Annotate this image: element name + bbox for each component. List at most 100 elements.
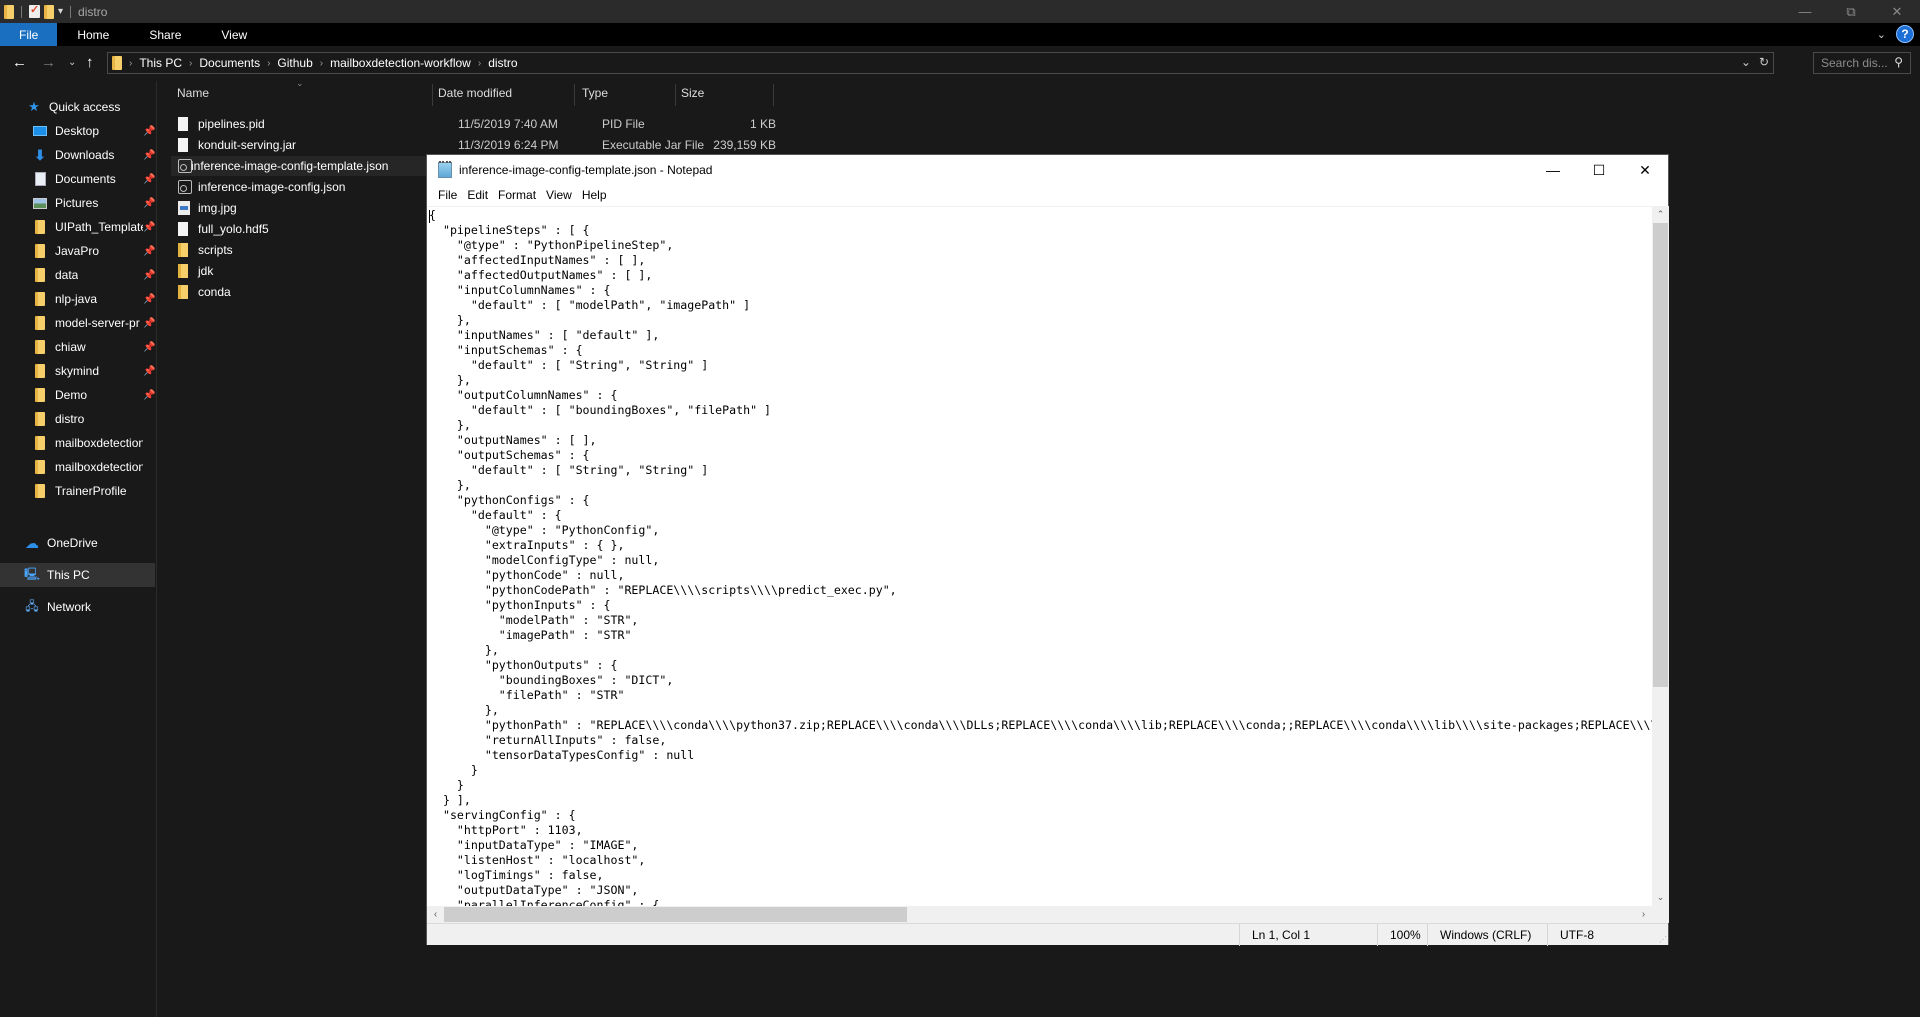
text-editor[interactable]: { "pipelineSteps" : [ { "@type" : "Pytho… [427,206,1652,906]
notepad-minimize-button[interactable]: — [1530,155,1576,185]
sidebar-item-uipath-template[interactable]: UIPath_Template 📌 [0,215,155,239]
menu-view[interactable]: View [541,188,577,202]
sidebar-item-model-server-pr[interactable]: model-server-pr 📌 [0,311,155,335]
column-divider[interactable] [675,84,676,106]
sidebar-item-chiaw[interactable]: chiaw 📌 [0,335,155,359]
search-input[interactable]: Search dis... ⚲ [1813,52,1911,74]
sidebar-item-pictures[interactable]: Pictures 📌 [0,191,155,215]
pin-icon[interactable]: 📌 [143,174,155,185]
customize-toolbar-dropdown-icon[interactable]: ▾ [58,6,63,17]
notepad-titlebar[interactable]: inference-image-config-template.json - N… [427,155,1668,185]
notepad-maximize-button[interactable]: ☐ [1576,155,1622,185]
breadcrumb-distro[interactable]: distro [488,56,517,70]
chevron-right-icon[interactable]: › [129,58,132,69]
sidebar-item-downloads[interactable]: ⬇ Downloads 📌 [0,143,155,167]
file-row[interactable]: konduit-serving.jar 11/3/2019 6:24 PM Exec… [178,135,778,155]
pin-icon[interactable]: 📌 [143,222,155,233]
sidebar-item-mailboxdetection-v[interactable]: mailboxdetection-v [0,455,155,479]
pin-icon[interactable]: 📌 [143,150,155,161]
new-folder-icon[interactable] [44,4,54,19]
quick-access-star-icon: ★ [28,99,40,114]
pin-icon[interactable]: 📌 [143,342,155,353]
pin-icon[interactable]: 📌 [143,318,155,329]
column-divider[interactable] [773,84,774,106]
folder-icon [33,436,47,450]
forward-arrow-icon[interactable]: → [41,54,56,71]
tab-home[interactable]: Home [57,23,129,46]
chevron-right-icon[interactable]: › [189,58,192,69]
sidebar-item-trainerprofile[interactable]: TrainerProfile [0,479,155,503]
column-header-type[interactable]: Type [582,81,608,105]
sidebar-item-nlp-java[interactable]: nlp-java 📌 [0,287,155,311]
pin-icon[interactable]: 📌 [143,126,155,137]
file-row[interactable]: pipelines.pid 11/5/2019 7:40 AM PID File 1 … [178,114,778,134]
tab-share[interactable]: Share [129,23,201,46]
pin-icon[interactable]: 📌 [143,390,155,401]
search-icon[interactable]: ⚲ [1894,55,1903,69]
menu-edit[interactable]: Edit [462,188,493,202]
scroll-right-icon[interactable]: › [1635,906,1652,923]
menu-help[interactable]: Help [577,188,612,202]
address-history-chevron-icon[interactable]: ⌄ [1741,55,1751,69]
minimize-button[interactable]: — [1782,0,1828,23]
breadcrumb-github[interactable]: Github [277,56,312,70]
sidebar-item-data[interactable]: data 📌 [0,263,155,287]
file-row[interactable]: inference-image-config-template.json [171,156,426,176]
breadcrumb-mailboxdetection-workflow[interactable]: mailboxdetection-workflow [330,56,471,70]
column-header-name[interactable]: Name [177,81,209,105]
column-header-size[interactable]: Size [681,81,704,105]
pin-icon[interactable]: 📌 [143,246,155,257]
sidebar-item-documents[interactable]: Documents 📌 [0,167,155,191]
menu-format[interactable]: Format [493,188,541,202]
horizontal-scroll-thumb[interactable] [444,907,907,922]
column-divider[interactable] [432,84,433,106]
horizontal-scrollbar[interactable]: ‹ › [427,906,1652,923]
close-button[interactable]: ✕ [1874,0,1920,23]
folder-icon [33,220,47,234]
pin-icon[interactable]: 📌 [143,294,155,305]
breadcrumb-this-pc[interactable]: This PC [139,56,182,70]
recent-locations-chevron-icon[interactable]: ⌄ [68,57,76,68]
up-arrow-icon[interactable]: ↑ [86,54,94,71]
chevron-right-icon[interactable]: › [478,58,481,69]
pin-icon[interactable]: 📌 [143,270,155,281]
scroll-left-icon[interactable]: ‹ [427,906,444,923]
pin-icon[interactable]: 📌 [143,366,155,377]
vertical-scrollbar[interactable]: ⌃ ⌄ [1652,206,1669,906]
chevron-right-icon[interactable]: › [267,58,270,69]
ribbon-tabs: File Home Share View ⌄ ? [0,23,1920,46]
sidebar-item-mailboxdetection-v[interactable]: mailboxdetection-v [0,431,155,455]
chevron-right-icon[interactable]: › [320,58,323,69]
restore-button[interactable]: ⧉ [1828,0,1874,23]
resize-grip-icon[interactable]: ⋰ [1659,935,1667,944]
document-content[interactable]: { "pipelineSteps" : [ { "@type" : "Pytho… [427,207,1652,906]
sidebar-item-skymind[interactable]: skymind 📌 [0,359,155,383]
notepad-close-button[interactable]: ✕ [1622,155,1668,185]
column-divider[interactable] [574,84,575,106]
scroll-up-icon[interactable]: ⌃ [1652,206,1669,223]
sidebar-item-distro[interactable]: distro [0,407,155,431]
address-bar[interactable]: › This PC › Documents › Github › mailbox… [107,52,1774,74]
pin-icon[interactable]: 📌 [143,198,155,209]
file-date-modified: 11/3/2019 6:24 PM [458,138,559,152]
sidebar-item-network[interactable]: 🖧 Network [0,595,155,619]
line-ending: Windows (CRLF) [1427,924,1547,946]
breadcrumb-documents[interactable]: Documents [199,56,260,70]
tab-view[interactable]: View [201,23,267,46]
expand-ribbon-chevron-icon[interactable]: ⌄ [1877,28,1886,41]
column-header-date-modified[interactable]: Date modified [438,81,512,105]
refresh-icon[interactable]: ↻ [1759,55,1769,69]
sidebar-item-this-pc[interactable]: 🖳 This PC [0,563,155,587]
scroll-down-icon[interactable]: ⌄ [1652,889,1669,906]
sidebar-item-onedrive[interactable]: ☁ OneDrive [0,531,155,555]
menu-file[interactable]: File [433,188,462,202]
back-arrow-icon[interactable]: ← [12,54,27,71]
sidebar-item-quick-access[interactable]: ★ Quick access [0,95,155,119]
tab-file[interactable]: File [0,23,58,46]
sidebar-item-desktop[interactable]: Desktop 📌 [0,119,155,143]
vertical-scroll-thumb[interactable] [1653,223,1668,687]
properties-icon[interactable] [29,3,40,18]
sidebar-item-demo[interactable]: Demo 📌 [0,383,155,407]
help-icon[interactable]: ? [1896,25,1914,43]
sidebar-item-javapro[interactable]: JavaPro 📌 [0,239,155,263]
